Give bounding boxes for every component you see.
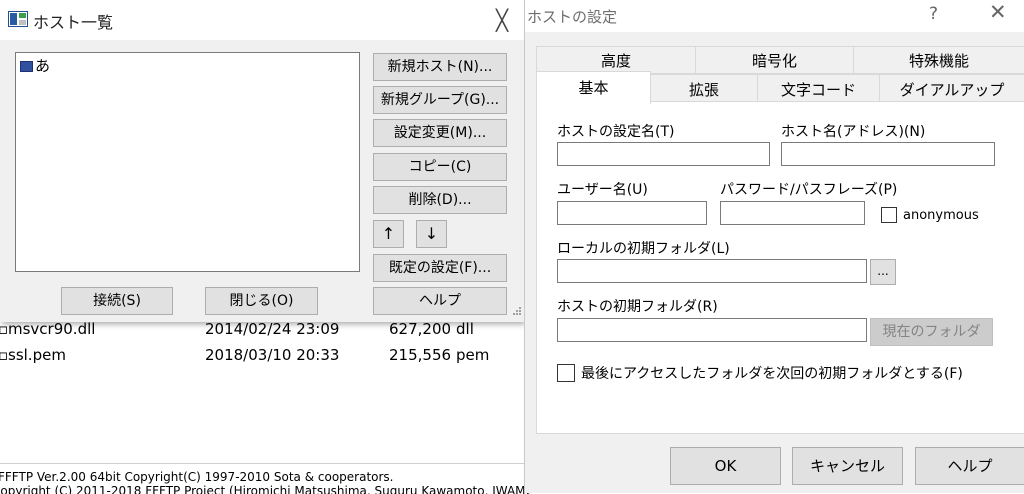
anonymous-label: anonymous xyxy=(903,208,979,223)
host-folder-label: ホストの初期フォルダ(R) xyxy=(557,299,718,315)
file-size: 627,200 xyxy=(389,320,452,338)
file-icon: ▫ xyxy=(0,320,9,338)
change-settings-button[interactable]: 設定変更(M)... xyxy=(373,119,507,147)
last-access-checkbox[interactable] xyxy=(557,364,575,382)
tab-extended[interactable]: 拡張 xyxy=(650,74,758,102)
connect-button[interactable]: 接続(S) xyxy=(61,287,173,315)
tab-advanced[interactable]: 高度 xyxy=(536,46,696,74)
host-setting-name-input[interactable] xyxy=(557,142,770,166)
log-panel: FFFTP Ver.2.00 64bit Copyright(C) 1997-2… xyxy=(0,463,530,494)
tab-special-features[interactable]: 特殊機能 xyxy=(853,46,1024,74)
default-settings-button[interactable]: 既定の設定(F)... xyxy=(373,254,507,282)
log-line: FFFTP Ver.2.00 64bit Copyright(C) 1997-2… xyxy=(0,470,394,484)
help-button[interactable]: ヘルプ xyxy=(373,287,507,315)
tab-character-code[interactable]: 文字コード xyxy=(757,74,880,102)
copy-button[interactable]: コピー(C) xyxy=(373,153,507,181)
last-access-label: 最後にアクセスしたフォルダを次回の初期フォルダとする(F) xyxy=(581,366,963,382)
file-date: 2014/02/24 23:09 xyxy=(205,320,340,338)
file-name: msvcr90.dll xyxy=(8,320,96,338)
move-up-button[interactable]: ↑ xyxy=(373,220,404,248)
move-down-button[interactable]: ↓ xyxy=(416,220,447,248)
help-icon[interactable]: ? xyxy=(929,4,938,24)
host-listbox[interactable]: あ xyxy=(15,52,360,272)
host-setting-name-label: ホストの設定名(T) xyxy=(557,124,675,140)
ok-button[interactable]: OK xyxy=(670,447,781,485)
help-button[interactable]: ヘルプ xyxy=(915,447,1024,485)
browse-button[interactable]: ... xyxy=(870,259,896,285)
current-folder-button[interactable]: 現在のフォルダ xyxy=(870,318,993,346)
cancel-button[interactable]: キャンセル xyxy=(792,447,903,485)
new-group-button[interactable]: 新規グループ(G)... xyxy=(373,86,507,114)
file-type: pem xyxy=(456,346,490,364)
file-icon: ▫ xyxy=(0,346,9,364)
host-settings-title: ホストの設定 xyxy=(527,8,618,26)
tab-encryption[interactable]: 暗号化 xyxy=(695,46,854,74)
host-list-item[interactable]: あ xyxy=(20,55,50,76)
password-input[interactable] xyxy=(720,201,865,225)
file-size: 215,556 xyxy=(389,346,452,364)
host-list-title: ホスト一覧 xyxy=(33,13,114,32)
host-name-label: ホスト名(アドレス)(N) xyxy=(781,124,926,140)
host-item-label: あ xyxy=(35,57,51,75)
local-folder-input[interactable] xyxy=(557,259,867,283)
tab-dialup[interactable]: ダイアルアップ xyxy=(879,74,1024,102)
host-list-dialog: ホスト一覧 ╳ あ 新規ホスト(N)... 新規グループ(G)... 設定変更(… xyxy=(0,0,524,322)
tab-basic[interactable]: 基本 xyxy=(536,71,651,104)
local-folder-label: ローカルの初期フォルダ(L) xyxy=(557,241,730,257)
app-icon xyxy=(8,11,28,27)
host-name-input[interactable] xyxy=(781,142,995,166)
host-settings-dialog: ホストの設定 ? ✕ 高度 暗号化 特殊機能 拡張 文字コード ダイアルアップ … xyxy=(524,0,1024,493)
anonymous-checkbox[interactable] xyxy=(881,207,897,223)
computer-icon xyxy=(20,61,33,72)
host-settings-titlebar[interactable]: ホストの設定 ? ✕ xyxy=(525,0,1024,32)
close-icon[interactable]: ╳ xyxy=(488,6,516,34)
host-list-titlebar[interactable]: ホスト一覧 ╳ xyxy=(0,0,524,40)
delete-button[interactable]: 削除(D)... xyxy=(373,186,507,214)
password-label: パスワード/パスフレーズ(P) xyxy=(720,182,898,198)
file-date: 2018/03/10 20:33 xyxy=(205,346,340,364)
file-type: dll xyxy=(456,320,474,338)
new-host-button[interactable]: 新規ホスト(N)... xyxy=(373,53,507,81)
file-name: ssl.pem xyxy=(8,346,66,364)
user-name-input[interactable] xyxy=(557,201,707,225)
host-folder-input[interactable] xyxy=(557,318,867,342)
close-button[interactable]: 閉じる(O) xyxy=(205,287,318,315)
user-name-label: ユーザー名(U) xyxy=(557,182,648,198)
resize-grip-icon[interactable] xyxy=(510,306,522,318)
close-icon[interactable]: ✕ xyxy=(989,0,1007,24)
